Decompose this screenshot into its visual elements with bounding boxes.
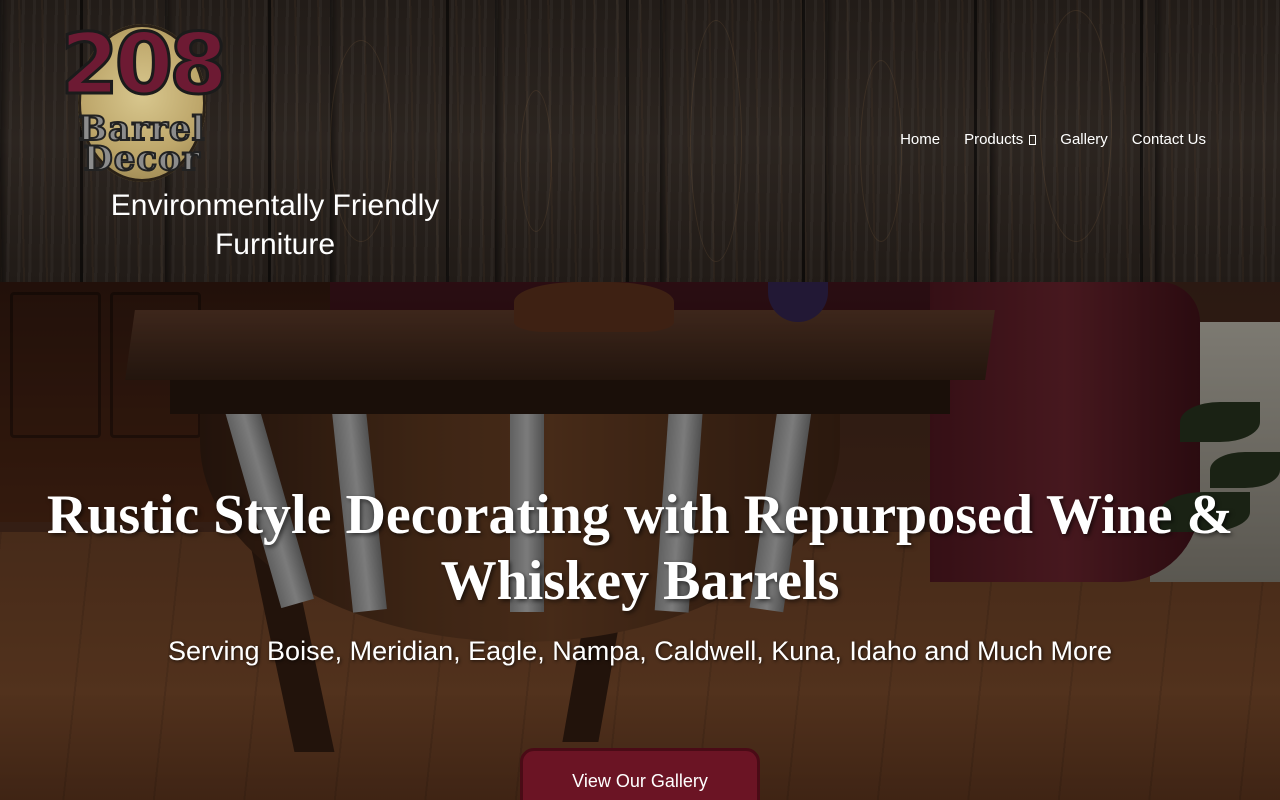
plank-seam xyxy=(802,0,805,282)
nav-home-label: Home xyxy=(900,131,941,148)
wood-grain xyxy=(860,60,902,242)
wood-grain xyxy=(690,20,742,262)
wood-grain xyxy=(520,90,552,232)
site-tagline: Environmentally Friendly Furniture xyxy=(110,189,440,261)
nav-gallery[interactable]: Gallery xyxy=(1048,130,1120,150)
site-logo[interactable]: 208 Barrel Decor xyxy=(52,14,232,186)
site-header: 208 Barrel Decor Environmentally Friendl… xyxy=(0,0,1280,282)
hero-subtitle: Serving Boise, Meridian, Eagle, Nampa, C… xyxy=(168,636,1112,666)
main-nav: Home Products Gallery Contact Us xyxy=(888,130,1218,150)
nav-products[interactable]: Products xyxy=(952,130,1048,150)
view-gallery-button[interactable]: View Our Gallery xyxy=(520,748,760,800)
nav-contact[interactable]: Contact Us xyxy=(1120,130,1218,150)
logo-number: 208 xyxy=(59,14,229,115)
plank-seam xyxy=(626,0,629,282)
logo-word-decor: Decor xyxy=(82,139,201,179)
nav-home[interactable]: Home xyxy=(888,130,952,150)
hero-section: Rustic Style Decorating with Repurposed … xyxy=(0,282,1280,800)
nav-gallery-label: Gallery xyxy=(1060,131,1108,148)
hero-title: Rustic Style Decorating with Repurposed … xyxy=(46,484,1234,612)
wood-grain xyxy=(1040,10,1112,242)
nav-contact-label: Contact Us xyxy=(1131,131,1206,148)
nav-products-label: Products xyxy=(964,131,1024,148)
dropdown-caret-icon xyxy=(1029,135,1037,145)
